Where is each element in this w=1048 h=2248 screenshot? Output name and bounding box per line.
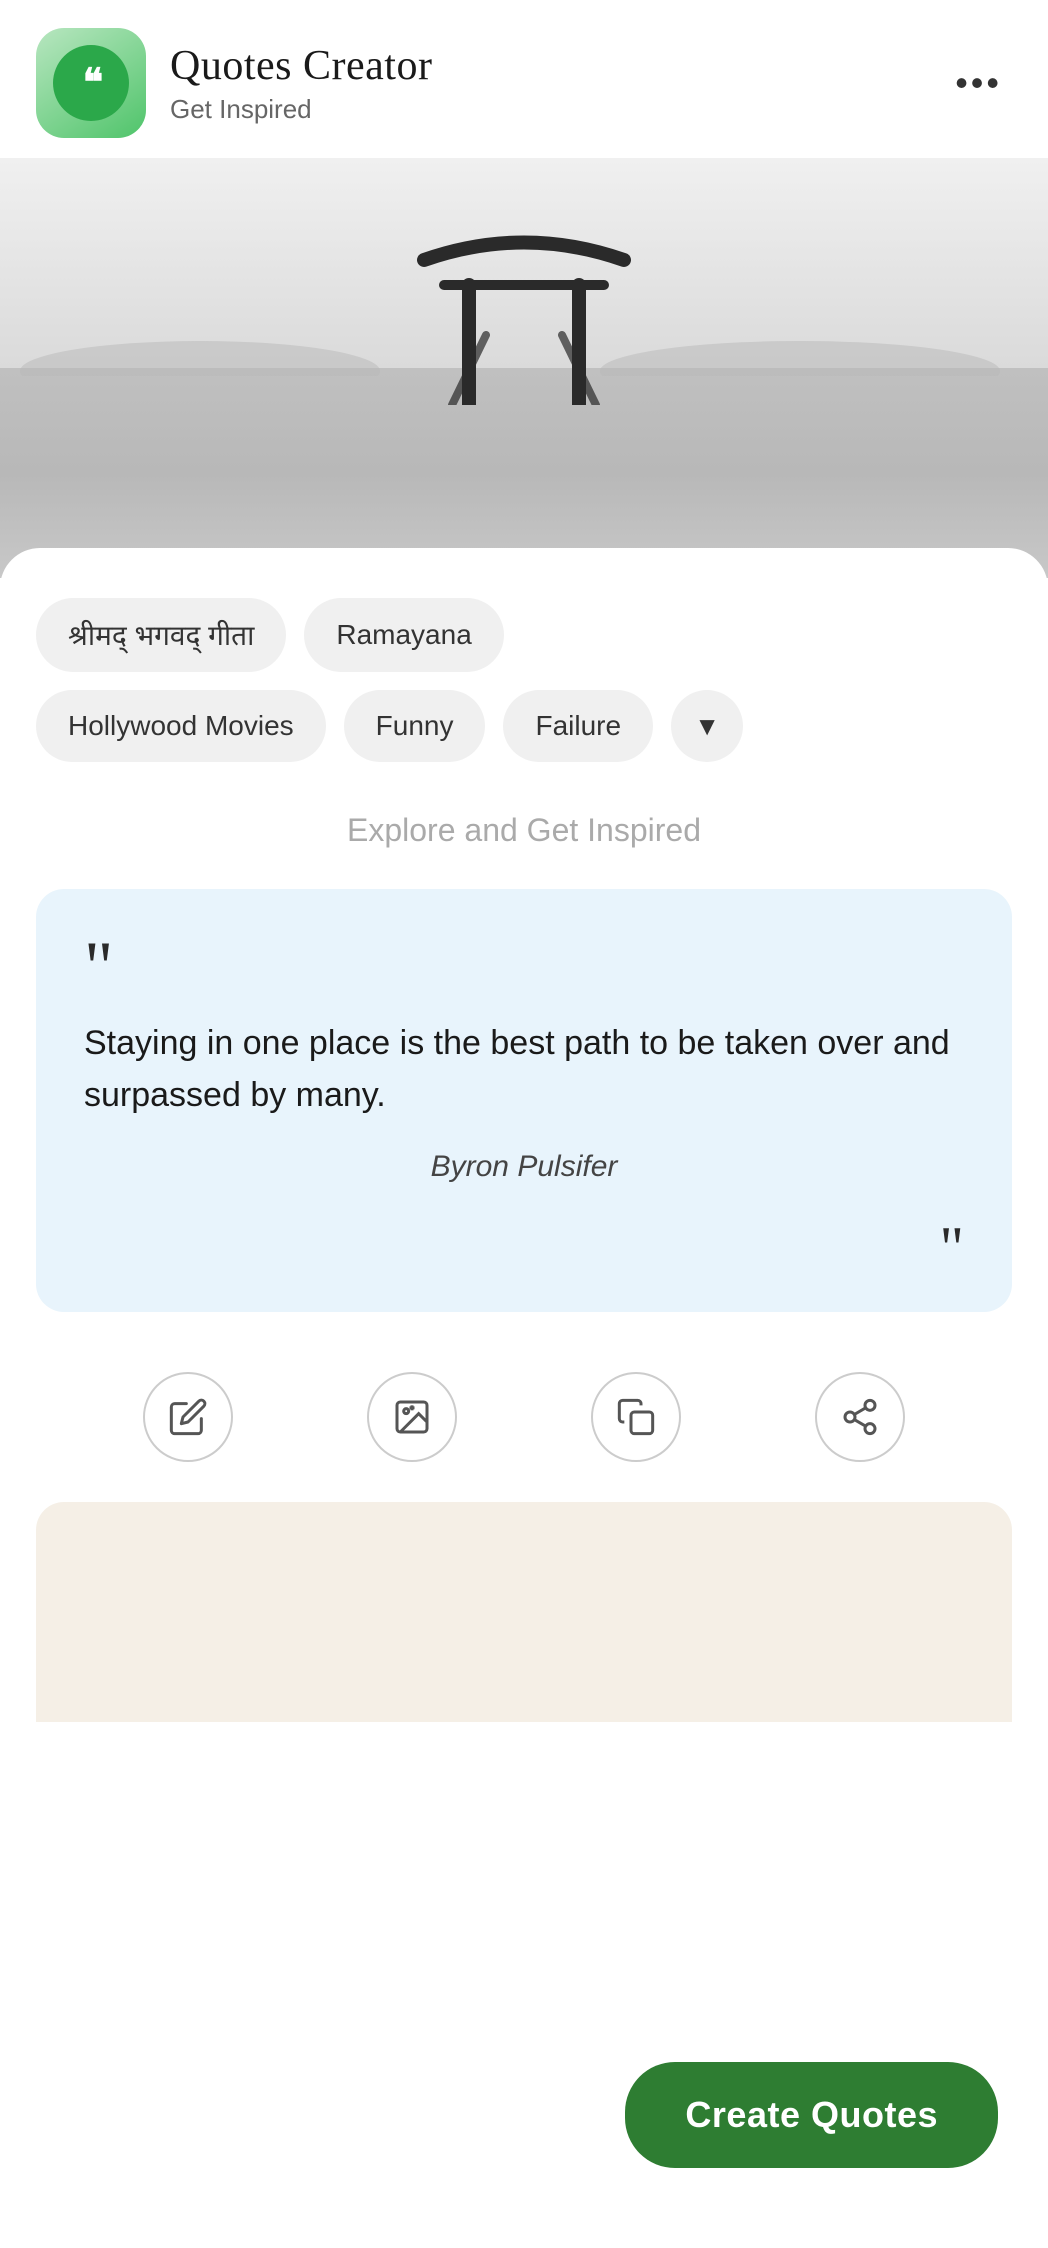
open-quote-mark: ": [84, 939, 964, 997]
add-image-icon: [392, 1397, 432, 1437]
app-logo-quote-mark: ❝: [83, 64, 99, 102]
app-container: ❝ Quotes Creator Get Inspired •••: [0, 0, 1048, 2248]
chip-ramayana[interactable]: Ramayana: [304, 598, 503, 672]
explore-text: Explore and Get Inspired: [36, 812, 1012, 849]
more-menu-button[interactable]: •••: [945, 52, 1012, 114]
second-card-preview: [36, 1502, 1012, 1722]
edit-icon: [168, 1397, 208, 1437]
chip-bhagavad-gita[interactable]: श्रीमद् भगवद् गीता: [36, 598, 286, 672]
header: ❝ Quotes Creator Get Inspired •••: [0, 0, 1048, 158]
edit-button[interactable]: [143, 1372, 233, 1462]
header-left: ❝ Quotes Creator Get Inspired: [36, 28, 432, 138]
torii-gate: [414, 205, 634, 410]
chip-hollywood[interactable]: Hollywood Movies: [36, 690, 326, 762]
app-icon: ❝: [36, 28, 146, 138]
close-quote-mark: ": [84, 1224, 964, 1272]
quote-card: " Staying in one place is the best path …: [36, 889, 1012, 1312]
hero-image: [0, 158, 1048, 578]
action-row: [36, 1352, 1012, 1482]
header-title-group: Quotes Creator Get Inspired: [170, 42, 432, 125]
create-quotes-button[interactable]: Create Quotes: [625, 2062, 998, 2168]
content-card: श्रीमद् भगवद् गीता Ramayana Hollywood Mo…: [0, 548, 1048, 2248]
chip-funny[interactable]: Funny: [344, 690, 486, 762]
app-subtitle: Get Inspired: [170, 94, 432, 125]
app-title: Quotes Creator: [170, 42, 432, 90]
category-row-2: Hollywood Movies Funny Failure ▼: [36, 690, 1012, 762]
category-row-1: श्रीमद् भगवद् गीता Ramayana: [36, 598, 1012, 672]
quote-author: Byron Pulsifer: [84, 1150, 964, 1184]
chip-failure[interactable]: Failure: [503, 690, 653, 762]
add-image-button[interactable]: [367, 1372, 457, 1462]
chip-dropdown[interactable]: ▼: [671, 690, 743, 762]
copy-icon: [616, 1397, 656, 1437]
copy-button[interactable]: [591, 1372, 681, 1462]
app-icon-inner: ❝: [53, 45, 129, 121]
quote-text: Staying in one place is the best path to…: [84, 1017, 964, 1122]
share-button[interactable]: [815, 1372, 905, 1462]
share-icon: [840, 1397, 880, 1437]
